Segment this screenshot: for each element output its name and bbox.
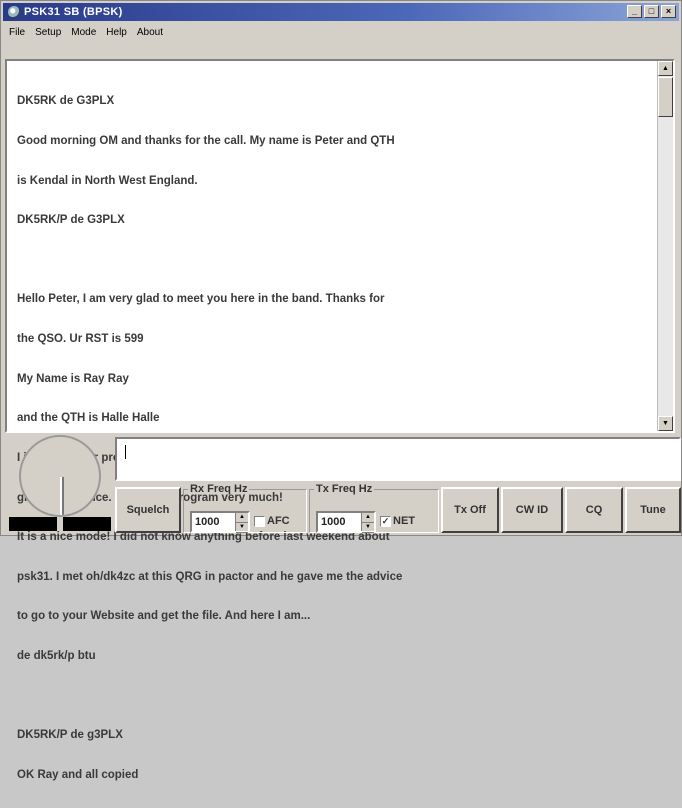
minimize-icon[interactable]: _ bbox=[627, 5, 642, 18]
scroll-up-icon[interactable]: ▲ bbox=[658, 61, 673, 76]
maximize-icon[interactable]: □ bbox=[644, 5, 659, 18]
rx-line: psk31. I met oh/dk4zc at this QRG in pac… bbox=[17, 570, 403, 583]
tx-freq-arrows[interactable]: ▲ ▼ bbox=[361, 513, 374, 533]
menu-file[interactable]: File bbox=[9, 27, 25, 38]
rx-line bbox=[17, 690, 657, 703]
rx-line: DK5RK de G3PLX bbox=[17, 95, 115, 108]
spin-up-icon[interactable]: ▲ bbox=[362, 513, 374, 523]
rx-scrollbar[interactable]: ▲ ▼ bbox=[657, 61, 673, 431]
net-label: NET bbox=[393, 515, 415, 527]
net-checkbox-group[interactable]: ✓ NET bbox=[380, 515, 415, 527]
spin-down-icon[interactable]: ▼ bbox=[362, 523, 374, 533]
signal-bar-left bbox=[9, 517, 57, 531]
rx-line: and the QTH is Halle Halle bbox=[17, 412, 160, 425]
window-controls: _ □ × bbox=[627, 5, 676, 18]
window-title: PSK31 SB (BPSK) bbox=[24, 6, 123, 18]
signal-bar-right bbox=[63, 517, 111, 531]
tune-button[interactable]: Tune bbox=[625, 487, 681, 533]
receive-text-area[interactable]: DK5RK de G3PLX Good morning OM and thank… bbox=[5, 59, 675, 781]
cw-id-button[interactable]: CW ID bbox=[501, 487, 563, 533]
tx-freq-label: Tx Freq Hz bbox=[316, 483, 373, 495]
rx-line: to go to your Website and get the file. … bbox=[17, 610, 311, 623]
rx-line: DK5RK/P de G3PLX bbox=[17, 214, 125, 227]
rx-freq-value[interactable]: 1000 bbox=[192, 513, 235, 531]
menu-bar: File Setup Mode Help About bbox=[3, 23, 679, 41]
rx-line: Good morning OM and thanks for the call.… bbox=[17, 135, 395, 148]
afc-checkbox[interactable] bbox=[254, 515, 265, 527]
rx-freq-label: Rx Freq Hz bbox=[190, 483, 248, 495]
squelch-button[interactable]: Squelch bbox=[115, 487, 181, 533]
rx-line: My Name is Ray Ray bbox=[17, 372, 129, 385]
rx-freq-spinner[interactable]: 1000 ▲ ▼ bbox=[190, 511, 250, 533]
scroll-down-icon[interactable]: ▼ bbox=[658, 416, 673, 431]
rx-line: the QSO. Ur RST is 599 bbox=[17, 333, 144, 346]
scope-needle-shadow bbox=[62, 477, 64, 515]
rx-line: DK5RK/P de g3PLX bbox=[17, 729, 123, 742]
phase-scope bbox=[19, 435, 101, 517]
net-checkbox[interactable]: ✓ bbox=[380, 515, 391, 527]
tx-freq-spinner[interactable]: 1000 ▲ ▼ bbox=[316, 511, 376, 533]
text-caret bbox=[125, 445, 126, 459]
tx-off-button[interactable]: Tx Off bbox=[441, 487, 499, 533]
rx-freq-arrows[interactable]: ▲ ▼ bbox=[235, 513, 248, 533]
title-bar[interactable]: PSK31 SB (BPSK) _ □ × bbox=[3, 3, 679, 21]
menu-mode[interactable]: Mode bbox=[71, 27, 96, 38]
spin-up-icon[interactable]: ▲ bbox=[236, 513, 248, 523]
tx-freq-value[interactable]: 1000 bbox=[318, 513, 361, 531]
rx-freq-group: Rx Freq Hz 1000 ▲ ▼ AFC bbox=[183, 483, 307, 533]
cq-button[interactable]: CQ bbox=[565, 487, 623, 533]
afc-label: AFC bbox=[267, 515, 290, 527]
rx-line: de dk5rk/p btu bbox=[17, 649, 96, 662]
rx-line: is Kendal in North West England. bbox=[17, 174, 198, 187]
rx-line: It is a nice mode! I did not know anythi… bbox=[17, 531, 390, 544]
rx-line: Hello Peter, I am very glad to meet you … bbox=[17, 293, 385, 306]
afc-checkbox-group[interactable]: AFC bbox=[254, 515, 290, 527]
app-icon bbox=[8, 6, 20, 18]
menu-setup[interactable]: Setup bbox=[35, 27, 61, 38]
rx-line: OK Ray and all copied bbox=[17, 768, 139, 781]
scroll-thumb[interactable] bbox=[658, 77, 673, 117]
menu-about[interactable]: About bbox=[137, 27, 163, 38]
menu-help[interactable]: Help bbox=[106, 27, 127, 38]
rx-line bbox=[17, 254, 657, 267]
tx-freq-group: Tx Freq Hz 1000 ▲ ▼ ✓ NET bbox=[309, 483, 439, 533]
spin-down-icon[interactable]: ▼ bbox=[236, 523, 248, 533]
app-window: PSK31 SB (BPSK) _ □ × File Setup Mode He… bbox=[0, 0, 682, 781]
close-icon[interactable]: × bbox=[661, 5, 676, 18]
transmit-input[interactable] bbox=[115, 437, 681, 481]
